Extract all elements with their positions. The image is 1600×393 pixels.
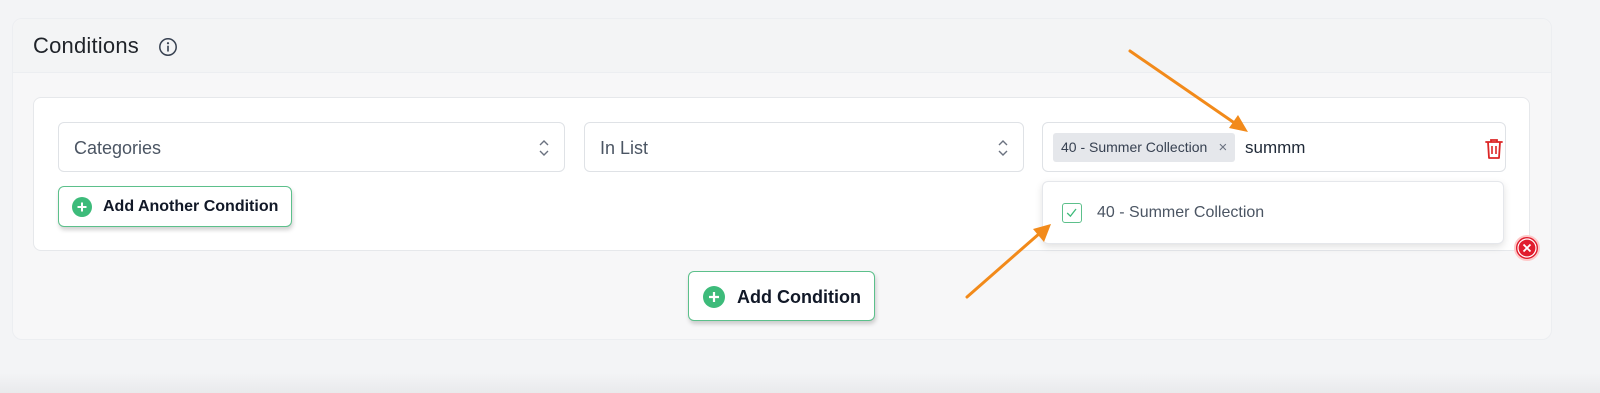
add-condition-label: Add Condition [737,287,861,307]
operator-select[interactable]: In List [584,122,1024,172]
chevron-up-down-icon [998,140,1008,156]
search-input[interactable]: summm [1245,138,1305,158]
selected-tag-label: 40 - Summer Collection [1061,139,1208,155]
section-title: Conditions [33,33,139,58]
operator-select-value: In List [600,138,649,158]
chevron-up-down-icon [539,140,549,156]
remove-tag-icon[interactable]: × [1219,133,1228,162]
add-condition-button[interactable]: Add Condition [688,271,875,321]
panel-header: Conditions [13,19,1551,73]
info-icon[interactable] [158,37,178,57]
plus-circle-icon [72,197,92,217]
value-multiselect[interactable]: 40 - Summer Collection × summm [1042,122,1506,172]
add-another-condition-button[interactable]: Add Another Condition [58,186,292,227]
plus-circle-icon [703,286,725,308]
page-bottom-shade [0,373,1600,393]
field-select[interactable]: Categories [58,122,565,172]
options-dropdown: 40 - Summer Collection [1042,181,1504,244]
dropdown-option-label: 40 - Summer Collection [1097,204,1265,221]
trash-icon[interactable] [1483,137,1505,161]
add-another-condition-label: Add Another Condition [103,198,279,215]
checkbox[interactable] [1062,203,1082,223]
field-select-value: Categories [74,138,162,158]
check-icon [1066,208,1077,218]
selected-tag: 40 - Summer Collection × [1053,133,1236,162]
close-circle-icon[interactable] [1514,235,1540,261]
